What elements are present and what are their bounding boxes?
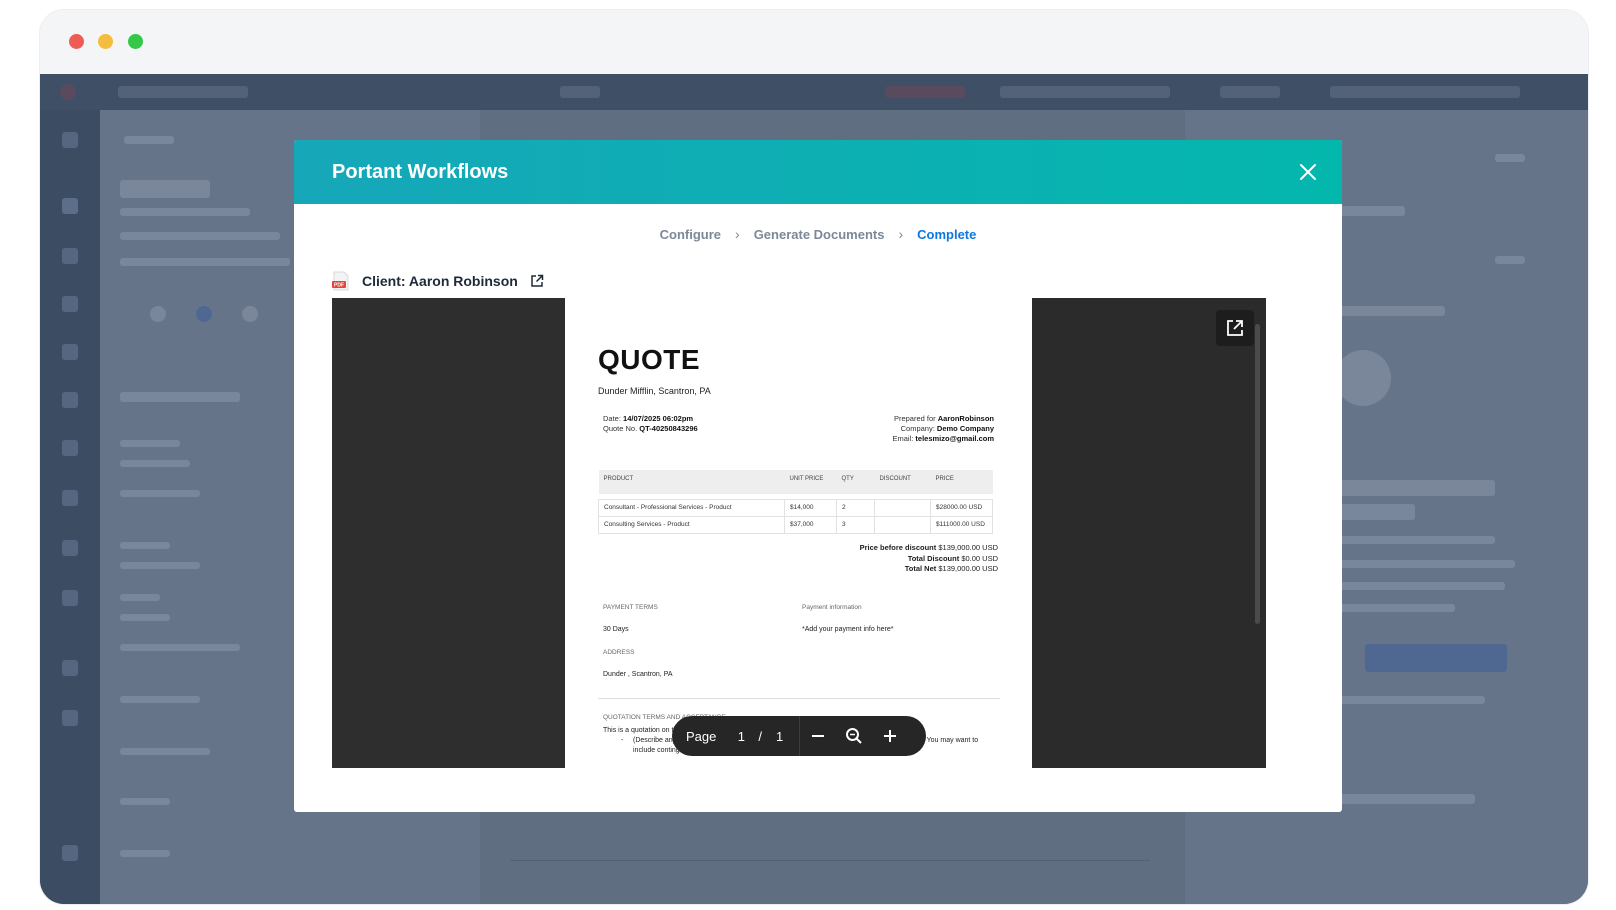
step-generate-documents[interactable]: Generate Documents (754, 227, 885, 242)
divider (598, 698, 1000, 699)
portant-workflows-modal: Portant Workflows Configure › Generate D… (294, 140, 1342, 812)
payment-terms-label: PAYMENT TERMS (603, 604, 658, 611)
app-background: Portant Workflows Configure › Generate D… (40, 74, 1588, 904)
table-row: Consultant - Professional Services - Pro… (598, 498, 993, 517)
document-title-row: PDF Client: Aaron Robinson (332, 271, 544, 291)
company-label: Company: (900, 424, 935, 433)
total-net-value: $139,000.00 USD (938, 564, 998, 573)
modal-title: Portant Workflows (332, 161, 509, 183)
total-pages: 1 (776, 728, 784, 744)
quote-company: Dunder Mifflin, Scantron, PA (598, 386, 711, 396)
pdf-viewer[interactable]: QUOTE Dunder Mifflin, Scantron, PA Date:… (332, 298, 1266, 768)
total-discount-value: $0.00 USD (961, 553, 998, 563)
window-close-button[interactable] (69, 34, 84, 49)
address-label: ADDRESS (603, 649, 635, 656)
close-icon[interactable] (1296, 160, 1320, 184)
quote-title: QUOTE (598, 344, 701, 375)
total-net-label: Total Net (904, 564, 937, 573)
column-header: PRODUCT (598, 470, 785, 494)
pdf-icon: PDF (332, 271, 350, 291)
client-document-name: Client: Aaron Robinson (362, 273, 518, 289)
modal-header: Portant Workflows (294, 140, 1342, 204)
email-label: Email: (892, 434, 914, 443)
price-before-discount-label: Price before discount (859, 543, 937, 552)
open-in-new-window-icon[interactable] (1216, 310, 1254, 346)
step-configure[interactable]: Configure (660, 227, 721, 242)
table-cell: 2 (836, 498, 875, 517)
browser-window: Portant Workflows Configure › Generate D… (40, 10, 1588, 904)
table-cell: 3 (836, 515, 875, 534)
table-cell: $111000.00 USD (930, 515, 993, 534)
table-cell: $14,000 (784, 498, 837, 517)
column-header: QTY (836, 470, 875, 494)
prepared-for-label: Prepared for (893, 414, 936, 423)
magnifier-icon[interactable] (836, 716, 872, 756)
page-label: Page (686, 728, 717, 744)
plus-icon[interactable] (872, 716, 908, 756)
quote-no-value: QT-40250843296 (639, 424, 698, 433)
table-row: Consulting Services - Product $37,000 3 … (598, 515, 993, 534)
chevron-right-icon: › (735, 226, 740, 242)
page-separator: / (758, 728, 762, 744)
column-header: DISCOUNT (874, 470, 931, 494)
table-cell: $37,000 (784, 515, 837, 534)
column-header: UNIT PRICE (784, 470, 837, 494)
quote-no-label: Quote No. (603, 424, 638, 433)
background-top-nav (40, 74, 1588, 110)
email-value: telesmizo@gmail.com (915, 434, 994, 443)
svg-text:PDF: PDF (334, 283, 344, 289)
payment-info-value: *Add your payment info here* (802, 626, 894, 633)
minus-icon[interactable] (800, 716, 836, 756)
step-complete[interactable]: Complete (917, 227, 976, 242)
payment-terms-value: 30 Days (603, 626, 629, 633)
table-cell (874, 498, 931, 517)
window-maximize-button[interactable] (128, 34, 143, 49)
quote-line-items-table: PRODUCT UNIT PRICE QTY DISCOUNT PRICE Co… (598, 470, 993, 534)
prepared-for-value: AaronRobinson (937, 414, 994, 423)
background-left-nav (40, 110, 100, 904)
viewer-left-pane (332, 298, 565, 768)
quote-prepared-for: Prepared for AaronRobinson Company: Demo… (892, 414, 994, 444)
viewer-scrollbar[interactable] (1255, 324, 1260, 624)
payment-info-label: Payment information (802, 604, 862, 611)
date-label: Date: (603, 414, 621, 423)
address-value: Dunder , Scantron, PA (603, 671, 673, 678)
date-value: 14/07/2025 06:02pm (623, 414, 694, 423)
table-cell (874, 515, 931, 534)
table-cell: $28000.00 USD (930, 498, 993, 517)
page-toolbar: Page 1 / 1 (672, 716, 926, 756)
price-before-discount-value: $139,000.00 USD (938, 543, 998, 552)
external-link-icon[interactable] (530, 274, 544, 288)
company-value: Demo Company (936, 424, 994, 433)
table-cell: Consultant - Professional Services - Pro… (598, 498, 785, 517)
progress-steps: Configure › Generate Documents › Complet… (294, 226, 1342, 242)
column-header: PRICE (930, 470, 993, 494)
window-titlebar (40, 10, 1588, 74)
quote-totals: Price before discount $139,000.00 USD To… (860, 543, 998, 575)
table-header-row: PRODUCT UNIT PRICE QTY DISCOUNT PRICE (598, 470, 993, 494)
pdf-page: QUOTE Dunder Mifflin, Scantron, PA Date:… (565, 298, 1032, 768)
quote-meta: Date: 14/07/2025 06:02pm Quote No. QT-40… (603, 414, 698, 434)
table-cell: Consulting Services - Product (598, 515, 785, 534)
chevron-right-icon: › (898, 226, 904, 242)
total-discount-label: Total Discount (907, 553, 960, 563)
window-minimize-button[interactable] (98, 34, 113, 49)
page-number-input[interactable]: 1 (728, 729, 754, 744)
